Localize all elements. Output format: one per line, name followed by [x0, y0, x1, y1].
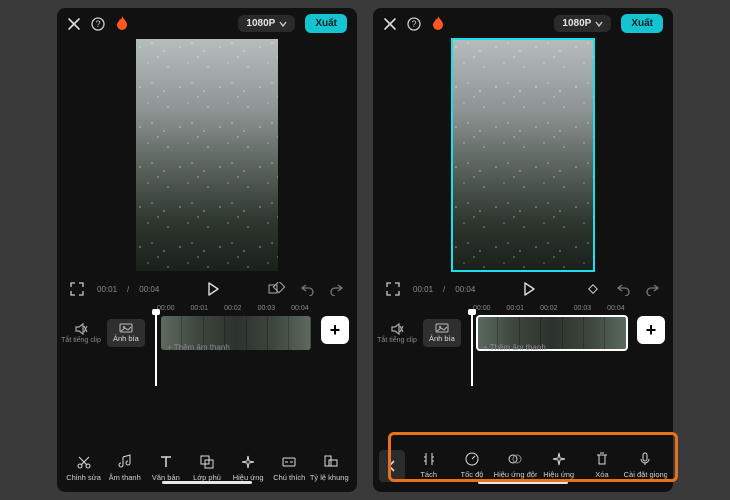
timeline: 00:00 00:01 00:02 00:03 00:04 Tắt tiếng …	[57, 303, 357, 354]
cover-label: Ảnh bìa	[429, 334, 455, 343]
ruler-tick: 00:01	[191, 305, 209, 312]
scissors-icon	[76, 453, 92, 471]
export-button[interactable]: Xuất	[305, 14, 347, 33]
mute-icon	[390, 322, 404, 336]
undo-icon[interactable]	[613, 279, 633, 299]
editor-screen-edit-tools: ? 1080P Xuất 00:01 / 00:04 00:00 00:01	[373, 8, 673, 492]
add-clip-button[interactable]: +	[637, 316, 665, 344]
redo-icon[interactable]	[327, 279, 347, 299]
close-icon[interactable]	[383, 17, 397, 31]
flame-icon[interactable]	[115, 16, 129, 32]
time-current: 00:01	[97, 285, 117, 294]
resolution-button[interactable]: 1080P	[238, 15, 295, 32]
tool-text[interactable]: Văn bản	[145, 453, 186, 482]
mute-label: Tắt tiếng clip	[61, 337, 101, 344]
keyframe-diamond-icon[interactable]	[583, 279, 603, 299]
text-icon	[158, 453, 174, 471]
tool-overlay[interactable]: Lớp phủ	[186, 453, 227, 482]
time-total: 00:04	[139, 285, 159, 294]
redo-icon[interactable]	[643, 279, 663, 299]
music-note-icon	[117, 453, 133, 471]
sparkle-icon	[240, 453, 256, 471]
video-preview[interactable]	[452, 39, 594, 271]
export-button[interactable]: Xuất	[621, 14, 663, 33]
add-audio-hint[interactable]: + Thêm âm thanh	[167, 343, 230, 352]
preview-area	[373, 35, 673, 275]
caption-icon	[281, 453, 297, 471]
time-total: 00:04	[455, 285, 475, 294]
chevron-down-icon	[279, 20, 287, 28]
editor-screen-main: ? 1080P Xuất 00:01 / 00:04 00:00 00:01	[57, 8, 357, 492]
flame-icon[interactable]	[431, 16, 445, 32]
ruler-tick: 00:02	[224, 305, 242, 312]
help-icon[interactable]: ?	[91, 17, 105, 31]
mute-clip-button[interactable]: Tắt tiếng clip	[373, 322, 421, 344]
add-audio-hint[interactable]: + Thêm âm thanh	[483, 343, 546, 352]
time-sep: /	[127, 285, 129, 294]
ruler-tick: 00:03	[574, 305, 592, 312]
tool-label: Chú thích	[273, 473, 305, 482]
add-clip-button[interactable]: +	[321, 316, 349, 344]
preview-area	[57, 35, 357, 275]
ruler-tick: 00:02	[540, 305, 558, 312]
resolution-label: 1080P	[562, 18, 591, 29]
timeline-ruler: 00:00 00:01 00:02 00:03 00:04	[373, 305, 673, 312]
resolution-button[interactable]: 1080P	[554, 15, 611, 32]
tool-effects[interactable]: Hiệu ứng	[228, 453, 269, 482]
svg-text:?: ?	[411, 19, 416, 29]
mute-icon	[74, 322, 88, 336]
cover-icon	[435, 323, 449, 333]
bottom-toolbar: Chỉnh sửa Âm thanh Văn bản Lớp phủ Hiệu …	[57, 449, 357, 486]
tool-caption[interactable]: Chú thích	[269, 453, 310, 482]
tool-label: Âm thanh	[109, 473, 141, 482]
rain-texture	[452, 39, 594, 271]
ruler-tick: 00:03	[258, 305, 276, 312]
close-icon[interactable]	[67, 17, 81, 31]
tool-ratio[interactable]: Tỷ lệ khung hình	[310, 453, 351, 482]
topbar: ? 1080P Xuất	[57, 8, 357, 35]
cover-label: Ảnh bìa	[113, 334, 139, 343]
plus-icon: +	[330, 320, 341, 341]
export-label: Xuất	[631, 18, 653, 29]
playhead[interactable]	[471, 312, 473, 386]
time-current: 00:01	[413, 285, 433, 294]
transport-bar: 00:01 / 00:04	[57, 275, 357, 303]
annotation-highlight	[388, 432, 678, 482]
time-sep: /	[443, 285, 445, 294]
timeline-ruler: 00:00 00:01 00:02 00:03 00:04	[57, 305, 357, 312]
ratio-icon	[322, 453, 338, 471]
cover-button[interactable]: Ảnh bìa	[423, 319, 461, 347]
cover-button[interactable]: Ảnh bìa	[107, 319, 145, 347]
topbar: ? 1080P Xuất	[373, 8, 673, 35]
ruler-tick: 00:01	[507, 305, 525, 312]
playhead[interactable]	[155, 312, 157, 386]
overlay-icon	[199, 453, 215, 471]
ruler-tick: 00:04	[607, 305, 625, 312]
cover-icon	[119, 323, 133, 333]
play-icon[interactable]	[203, 279, 223, 299]
tool-label: Tỷ lệ khung hình	[310, 473, 351, 482]
transport-bar: 00:01 / 00:04	[373, 275, 673, 303]
fullscreen-icon[interactable]	[67, 279, 87, 299]
chevron-down-icon	[595, 20, 603, 28]
tool-audio[interactable]: Âm thanh	[104, 453, 145, 482]
plus-icon: +	[646, 320, 657, 341]
play-icon[interactable]	[519, 279, 539, 299]
keyframe-icon[interactable]	[267, 279, 287, 299]
svg-text:?: ?	[95, 19, 100, 29]
resolution-label: 1080P	[246, 18, 275, 29]
mute-label: Tắt tiếng clip	[377, 337, 417, 344]
export-label: Xuất	[315, 18, 337, 29]
help-icon[interactable]: ?	[407, 17, 421, 31]
video-preview[interactable]	[136, 39, 278, 271]
mute-clip-button[interactable]: Tắt tiếng clip	[57, 322, 105, 344]
undo-icon[interactable]	[297, 279, 317, 299]
timeline: 00:00 00:01 00:02 00:03 00:04 Tắt tiếng …	[373, 303, 673, 354]
home-indicator	[162, 481, 252, 484]
ruler-tick: 00:04	[291, 305, 309, 312]
fullscreen-icon[interactable]	[383, 279, 403, 299]
rain-texture	[136, 39, 278, 271]
